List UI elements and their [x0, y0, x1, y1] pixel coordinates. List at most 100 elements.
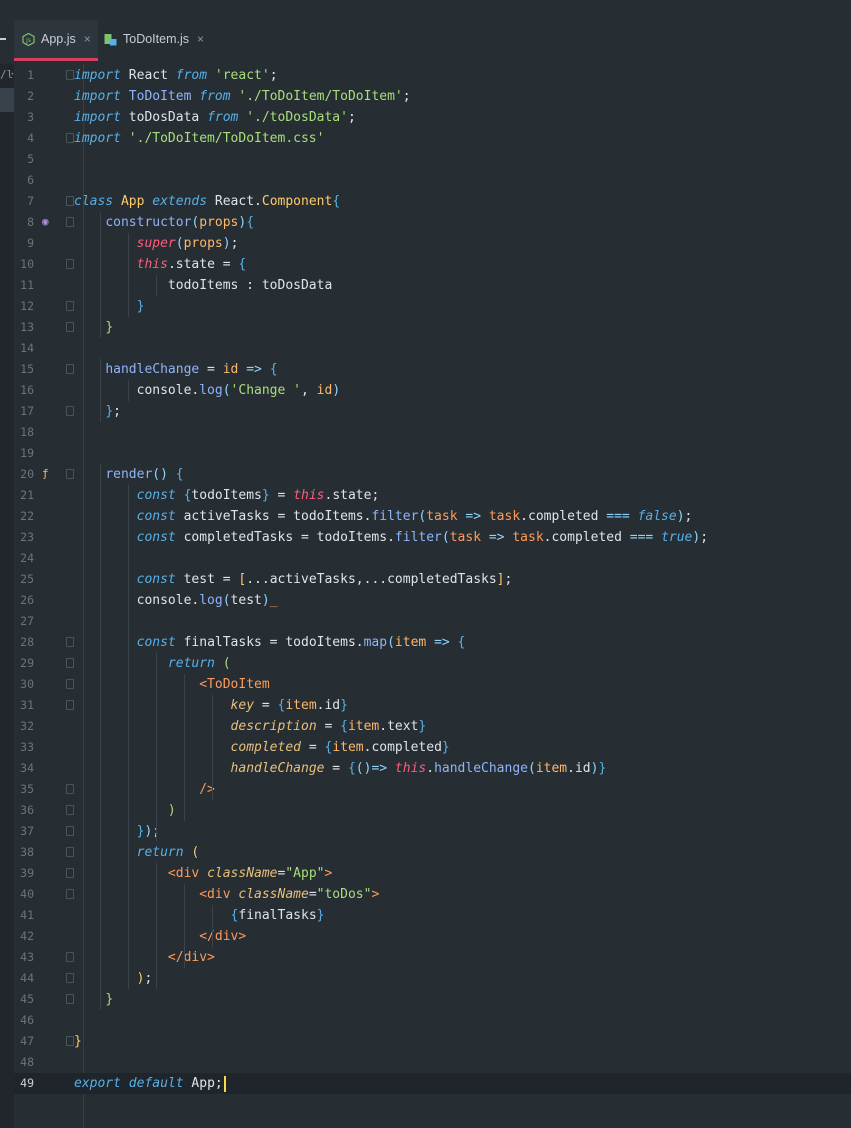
fold-marker-icon[interactable]	[66, 133, 74, 143]
code-line[interactable]: 27	[14, 611, 851, 632]
fold-marker-icon[interactable]	[66, 889, 74, 899]
line-number[interactable]: 36	[14, 800, 34, 821]
fold-marker-icon[interactable]	[66, 679, 74, 689]
line-number[interactable]: 19	[14, 443, 34, 464]
fold-marker-icon[interactable]	[66, 805, 74, 815]
line-number[interactable]: 32	[14, 716, 34, 737]
fold-marker-icon[interactable]	[66, 364, 74, 374]
code-line[interactable]: 12 }	[14, 296, 851, 317]
code-line[interactable]: 49 export default App;	[14, 1073, 851, 1094]
code-line[interactable]: 44 );	[14, 968, 851, 989]
code-line[interactable]: 28 const finalTasks = todoItems.map(item…	[14, 632, 851, 653]
fold-marker-icon[interactable]	[66, 259, 74, 269]
line-number[interactable]: 6	[14, 170, 34, 191]
fold-marker-icon[interactable]	[66, 952, 74, 962]
line-number[interactable]: 38	[14, 842, 34, 863]
override-icon[interactable]: ◉	[42, 215, 49, 228]
code-line[interactable]: 22 const activeTasks = todoItems.filter(…	[14, 506, 851, 527]
line-number[interactable]: 27	[14, 611, 34, 632]
code-line[interactable]: 47}	[14, 1031, 851, 1052]
code-line[interactable]: 20 ƒ render() {	[14, 464, 851, 485]
line-number[interactable]: 35	[14, 779, 34, 800]
code-line[interactable]: 38 return (	[14, 842, 851, 863]
line-number[interactable]: 44	[14, 968, 34, 989]
fold-marker-icon[interactable]	[66, 196, 74, 206]
code-line[interactable]: 3 import toDosData from './toDosData';	[14, 107, 851, 128]
line-number[interactable]: 46	[14, 1010, 34, 1031]
code-line[interactable]: 45 }	[14, 989, 851, 1010]
line-number[interactable]: 26	[14, 590, 34, 611]
line-number[interactable]: 17	[14, 401, 34, 422]
code-line[interactable]: 29 return (	[14, 653, 851, 674]
code-line[interactable]: 9 super(props);	[14, 233, 851, 254]
close-icon[interactable]: ×	[197, 32, 204, 46]
fold-marker-icon[interactable]	[66, 700, 74, 710]
line-number[interactable]: 21	[14, 485, 34, 506]
line-number[interactable]: 39	[14, 863, 34, 884]
line-number[interactable]: 40	[14, 884, 34, 905]
code-line[interactable]: 14	[14, 338, 851, 359]
line-number[interactable]: 24	[14, 548, 34, 569]
fold-marker-icon[interactable]	[66, 217, 74, 227]
code-line[interactable]: 5	[14, 149, 851, 170]
line-number[interactable]: 8	[14, 212, 34, 233]
line-number[interactable]: 3	[14, 107, 34, 128]
fold-marker-icon[interactable]	[66, 322, 74, 332]
implements-icon[interactable]: ƒ	[42, 467, 49, 480]
code-line[interactable]: 23 const completedTasks = todoItems.filt…	[14, 527, 851, 548]
code-line[interactable]: 40 <div className="toDos">	[14, 884, 851, 905]
fold-marker-icon[interactable]	[66, 301, 74, 311]
code-line[interactable]: 13 }	[14, 317, 851, 338]
line-number[interactable]: 14	[14, 338, 34, 359]
line-number[interactable]: 9	[14, 233, 34, 254]
fold-marker-icon[interactable]	[66, 70, 74, 80]
code-line[interactable]: 17 };	[14, 401, 851, 422]
line-number[interactable]: 28	[14, 632, 34, 653]
line-number[interactable]: 11	[14, 275, 34, 296]
code-line[interactable]: 24	[14, 548, 851, 569]
code-line[interactable]: 37 });	[14, 821, 851, 842]
fold-marker-icon[interactable]	[66, 1036, 74, 1046]
code-line[interactable]: 2 import ToDoItem from './ToDoItem/ToDoIt…	[14, 86, 851, 107]
panel-toggle[interactable]	[0, 38, 6, 40]
line-number[interactable]: 48	[14, 1052, 34, 1073]
close-icon[interactable]: ×	[84, 32, 91, 46]
code-line[interactable]: 30 <ToDoItem	[14, 674, 851, 695]
line-number[interactable]: 37	[14, 821, 34, 842]
line-number[interactable]: 20	[14, 464, 34, 485]
code-line[interactable]: 48	[14, 1052, 851, 1073]
code-line[interactable]: 26 console.log(test)_	[14, 590, 851, 611]
code-line[interactable]: 35 />	[14, 779, 851, 800]
code-line[interactable]: 34 handleChange = {()=> this.handleChang…	[14, 758, 851, 779]
project-sidebar-strip[interactable]	[0, 64, 14, 1128]
code-line[interactable]: 7 class App extends React.Component{	[14, 191, 851, 212]
line-number[interactable]: 7	[14, 191, 34, 212]
code-line[interactable]: 16 console.log('Change ', id)	[14, 380, 851, 401]
fold-marker-icon[interactable]	[66, 847, 74, 857]
line-number[interactable]: 16	[14, 380, 34, 401]
code-line[interactable]: 33 completed = {item.completed}	[14, 737, 851, 758]
line-number[interactable]: 45	[14, 989, 34, 1010]
code-line[interactable]: 32 description = {item.text}	[14, 716, 851, 737]
line-number[interactable]: 15	[14, 359, 34, 380]
fold-marker-icon[interactable]	[66, 406, 74, 416]
line-number[interactable]: 2	[14, 86, 34, 107]
line-number[interactable]: 41	[14, 905, 34, 926]
line-number[interactable]: 4	[14, 128, 34, 149]
code-line[interactable]: 46	[14, 1010, 851, 1031]
code-line[interactable]: 1 import React from 'react';	[14, 65, 851, 86]
tab-todoitem-js[interactable]: ToDoItem.js ×	[104, 20, 214, 58]
fold-marker-icon[interactable]	[66, 826, 74, 836]
line-number[interactable]: 30	[14, 674, 34, 695]
fold-marker-icon[interactable]	[66, 658, 74, 668]
line-number[interactable]: 10	[14, 254, 34, 275]
code-line[interactable]: 42 </div>	[14, 926, 851, 947]
code-line[interactable]: 36 )	[14, 800, 851, 821]
code-line[interactable]: 8 ◉ constructor(props){	[14, 212, 851, 233]
code-line[interactable]: 31 key = {item.id}	[14, 695, 851, 716]
code-line[interactable]: 19	[14, 443, 851, 464]
fold-marker-icon[interactable]	[66, 469, 74, 479]
code-line[interactable]: 43 </div>	[14, 947, 851, 968]
code-line[interactable]: 10 this.state = {	[14, 254, 851, 275]
line-number[interactable]: 18	[14, 422, 34, 443]
